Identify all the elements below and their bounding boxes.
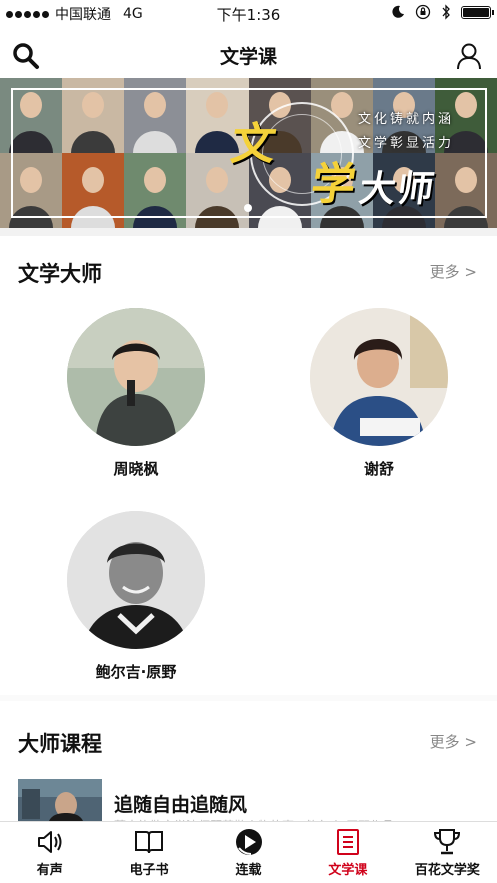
- course-thumbnail-image: [18, 779, 102, 824]
- master-name: 鲍尔吉·原野: [95, 663, 177, 681]
- moon-icon: [392, 5, 404, 18]
- tab-label: 有声: [36, 863, 63, 878]
- more-courses-link[interactable]: 更多 >: [430, 731, 477, 752]
- speaker-icon: [37, 831, 62, 853]
- tab-bar: 有声 电子书 连载 文学课 百花文学奖: [0, 821, 497, 883]
- banner-slogan-2: 文学彰显活力: [358, 136, 455, 151]
- carousel-page-indicator[interactable]: [244, 204, 252, 212]
- master-card[interactable]: 周晓枫: [61, 308, 211, 479]
- page-title: 文学课: [219, 46, 277, 68]
- master-name: 周晓枫: [113, 460, 159, 478]
- section-title-courses: 大师课程: [18, 732, 102, 756]
- promo-banner[interactable]: 文 学 大 师 文化铸就内涵 文学彰显活力: [0, 78, 497, 228]
- user-icon[interactable]: [455, 42, 483, 70]
- avatar: [67, 308, 205, 446]
- tab-serial[interactable]: 连载: [199, 822, 298, 883]
- tab-literature-course[interactable]: 文学课: [298, 822, 397, 883]
- banner-title-char-4: 师: [394, 168, 437, 210]
- notebook-icon: [336, 829, 359, 855]
- course-thumbnail[interactable]: [18, 779, 102, 824]
- banner-title-char-3: 大: [356, 168, 399, 210]
- portrait-image: [67, 308, 205, 446]
- section-divider: [0, 228, 497, 236]
- tab-baihua-award[interactable]: 百花文学奖: [398, 822, 497, 883]
- master-card[interactable]: 谢舒: [304, 308, 454, 479]
- bluetooth-icon: [442, 4, 450, 20]
- avatar: [310, 308, 448, 446]
- trophy-icon: [434, 829, 461, 855]
- section-divider: [0, 695, 497, 701]
- banner-title-char-1: 文: [227, 119, 279, 170]
- tab-label: 文学课: [328, 863, 368, 878]
- battery-icon: [461, 5, 494, 19]
- serial-play-icon: [235, 829, 262, 855]
- course-title[interactable]: 追随自由追随风: [114, 790, 247, 817]
- status-right: [391, 4, 494, 20]
- tab-audio[interactable]: 有声: [0, 822, 99, 883]
- master-card[interactable]: 鲍尔吉·原野: [61, 511, 211, 682]
- orientation-lock-icon: [415, 4, 431, 20]
- tab-label: 电子书: [129, 863, 169, 878]
- more-masters-link[interactable]: 更多 >: [430, 261, 477, 282]
- tab-ebook[interactable]: 电子书: [99, 822, 198, 883]
- portrait-image: [67, 511, 205, 649]
- avatar: [67, 511, 205, 649]
- tab-label: 百花文学奖: [414, 863, 480, 878]
- open-book-icon: [135, 831, 164, 854]
- banner-title-char-2: 学: [307, 159, 359, 210]
- tab-label: 连载: [235, 863, 262, 878]
- section-title-masters: 文学大师: [18, 262, 102, 286]
- portrait-image: [310, 308, 448, 446]
- master-name: 谢舒: [363, 460, 394, 478]
- nav-bar: 文学课: [0, 26, 497, 78]
- status-bar: 中国联通 4G 下午1:36: [0, 0, 497, 26]
- banner-slogan-1: 文化铸就内涵: [358, 112, 455, 127]
